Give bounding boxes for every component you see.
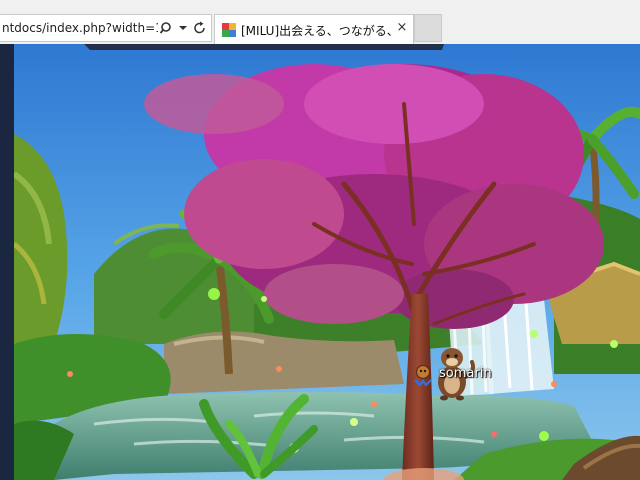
game-canvas[interactable]: somarin — [14, 44, 640, 480]
tab-title: [MILU]出会える、つながる、楽… — [241, 24, 397, 38]
browser-chrome: ntdocs/index.php?width=1060 [MILU]出会える、つ… — [0, 0, 640, 44]
address-text[interactable]: ntdocs/index.php?width=1060 — [2, 21, 158, 35]
address-bar[interactable]: ntdocs/index.php?width=1060 — [0, 14, 212, 42]
left-frame — [0, 44, 14, 480]
tab-milu[interactable]: [MILU]出会える、つながる、楽… × — [214, 14, 414, 44]
game-scene — [14, 44, 640, 480]
new-tab-button[interactable] — [414, 14, 442, 42]
player-avatar-icon — [413, 364, 433, 387]
hud-frame-top — [84, 44, 444, 50]
chevron-down-icon[interactable] — [176, 20, 190, 36]
refresh-icon[interactable] — [193, 20, 207, 36]
player-name: somarin — [439, 366, 492, 381]
close-icon[interactable]: × — [395, 20, 409, 36]
site-favicon-icon — [222, 22, 236, 37]
search-icon[interactable] — [159, 20, 174, 36]
game-viewport[interactable]: somarin — [0, 44, 640, 480]
